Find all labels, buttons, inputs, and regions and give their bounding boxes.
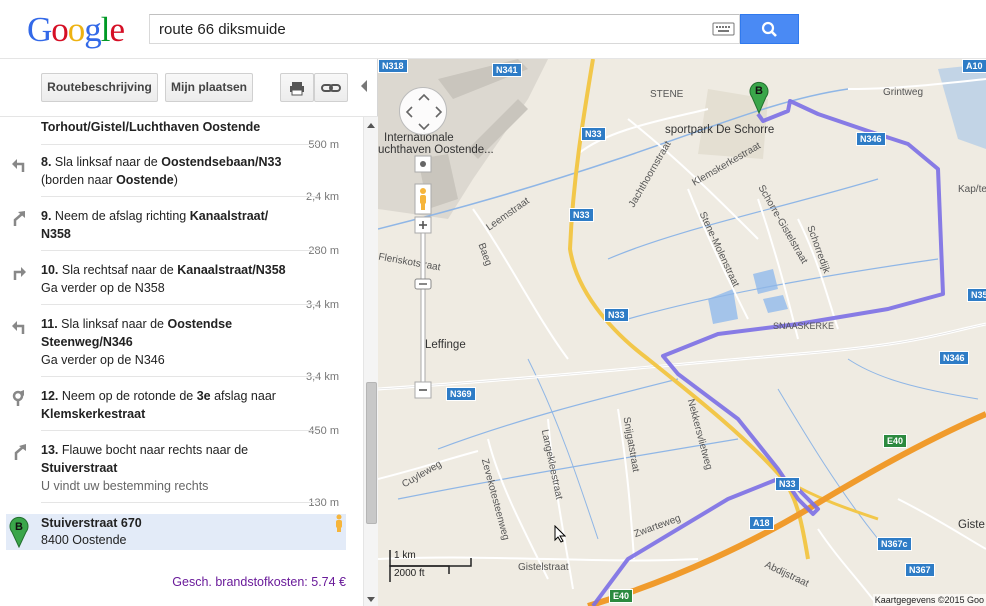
turn-left-icon bbox=[10, 317, 28, 335]
divider bbox=[41, 376, 319, 377]
directions-panel: Routebeschrijving Mijn plaatsen Torhout/… bbox=[0, 59, 378, 606]
road-shield: N367c bbox=[877, 537, 912, 551]
print-button[interactable] bbox=[280, 73, 314, 102]
step-distance: 500 m bbox=[308, 139, 339, 151]
road-shield: A10 bbox=[962, 59, 986, 73]
destination-name: Stuiverstraat 670 bbox=[41, 516, 142, 530]
pan-control[interactable] bbox=[399, 87, 447, 135]
mouse-cursor-icon bbox=[554, 525, 566, 543]
map-label: Grintweg bbox=[883, 87, 924, 98]
svg-text:B: B bbox=[755, 85, 763, 97]
divider bbox=[41, 196, 319, 197]
step-distance: 2,4 km bbox=[305, 191, 339, 203]
map-label: sportpark De Schorre bbox=[665, 124, 775, 136]
google-maps-app: { "logo": {"letters": ["G","o","o","g","… bbox=[0, 0, 986, 606]
scroll-up-icon[interactable] bbox=[367, 123, 375, 128]
slight-right-icon bbox=[10, 443, 28, 461]
step-distance: 450 m bbox=[308, 425, 339, 437]
map-roads bbox=[378, 59, 986, 606]
scale-km-label: 1 km bbox=[394, 550, 416, 561]
road-shield: N33 bbox=[581, 127, 606, 141]
directions-button[interactable]: Routebeschrijving bbox=[41, 73, 158, 102]
step-distance: 130 m bbox=[308, 497, 339, 509]
road-shield: N346 bbox=[939, 351, 969, 365]
scale-ft-label: 2000 ft bbox=[394, 568, 425, 579]
road-shield: N367 bbox=[905, 563, 935, 577]
map-canvas[interactable]: STENE sportpark De Schorre Grintweg Inte… bbox=[378, 59, 986, 606]
search-input[interactable]: route 66 diksmuide bbox=[149, 14, 740, 44]
roundabout-icon bbox=[10, 389, 28, 407]
divider bbox=[41, 250, 319, 251]
step-distance: 3,4 km bbox=[305, 371, 339, 383]
destination-marker-icon: B bbox=[9, 516, 29, 549]
keyboard-icon[interactable] bbox=[711, 18, 736, 40]
road-shield: A18 bbox=[749, 516, 774, 530]
road-shield: N346 bbox=[856, 132, 886, 146]
header: Google route 66 diksmuide bbox=[0, 0, 986, 59]
map-scale: 1 km 2000 ft bbox=[389, 548, 473, 584]
road-shield: E40 bbox=[883, 434, 908, 448]
map-label: Gistelstraat bbox=[518, 562, 569, 573]
map-label: Giste bbox=[958, 519, 985, 531]
search-button[interactable] bbox=[740, 14, 799, 44]
print-icon bbox=[290, 82, 304, 96]
scroll-thumb[interactable] bbox=[366, 382, 377, 524]
map-label: SNAASKERKE bbox=[773, 321, 835, 331]
step-distance: 3,4 km bbox=[305, 299, 339, 311]
link-icon bbox=[321, 84, 341, 92]
search-query: route 66 diksmuide bbox=[159, 21, 286, 38]
fuel-cost: Gesch. brandstofkosten: 5.74 € bbox=[172, 575, 346, 589]
my-places-button[interactable]: Mijn plaatsen bbox=[165, 73, 253, 102]
turn-right-icon bbox=[10, 263, 28, 281]
destination-row[interactable]: B Stuiverstraat 670 8400 Oostende bbox=[6, 514, 346, 550]
turn-left-icon bbox=[10, 155, 28, 173]
map-label: STENE bbox=[650, 89, 684, 100]
google-logo[interactable]: Google bbox=[27, 10, 125, 50]
road-shield: N369 bbox=[446, 387, 476, 401]
map-label: uchthaven Oostende... bbox=[378, 144, 494, 156]
route-steps: Torhout/Gistel/Luchthaven Oostende 500 m… bbox=[0, 117, 363, 606]
svg-text:B: B bbox=[15, 521, 23, 533]
road-shield: N33 bbox=[569, 208, 594, 222]
scrollbar[interactable] bbox=[363, 117, 378, 606]
zoom-control[interactable] bbox=[414, 154, 432, 404]
link-button[interactable] bbox=[314, 73, 348, 102]
divider bbox=[41, 430, 319, 431]
destination-address: 8400 Oostende bbox=[41, 533, 127, 547]
road-shield: E40 bbox=[609, 589, 634, 603]
road-shield: N33 bbox=[775, 477, 800, 491]
road-shield: N35 bbox=[967, 288, 986, 302]
search-icon bbox=[761, 21, 777, 37]
exit-right-icon bbox=[10, 209, 28, 227]
divider bbox=[41, 144, 319, 145]
scroll-down-icon[interactable] bbox=[367, 597, 375, 602]
divider bbox=[41, 304, 319, 305]
destination-marker-icon[interactable]: B bbox=[749, 80, 769, 114]
map-attribution[interactable]: Kaartgegevens ©2015 Goo bbox=[872, 594, 986, 606]
road-shield: N33 bbox=[604, 308, 629, 322]
street-view-person-icon[interactable] bbox=[334, 514, 344, 532]
road-shield: N318 bbox=[378, 59, 408, 73]
divider bbox=[41, 502, 319, 503]
map-label: Kap/tel bbox=[958, 184, 986, 195]
panel-toolbar: Routebeschrijving Mijn plaatsen bbox=[0, 59, 378, 117]
step-distance: 280 m bbox=[308, 245, 339, 257]
collapse-panel-icon[interactable] bbox=[359, 78, 369, 94]
road-shield: N341 bbox=[492, 63, 522, 77]
pan-arrows-icon bbox=[405, 93, 443, 131]
